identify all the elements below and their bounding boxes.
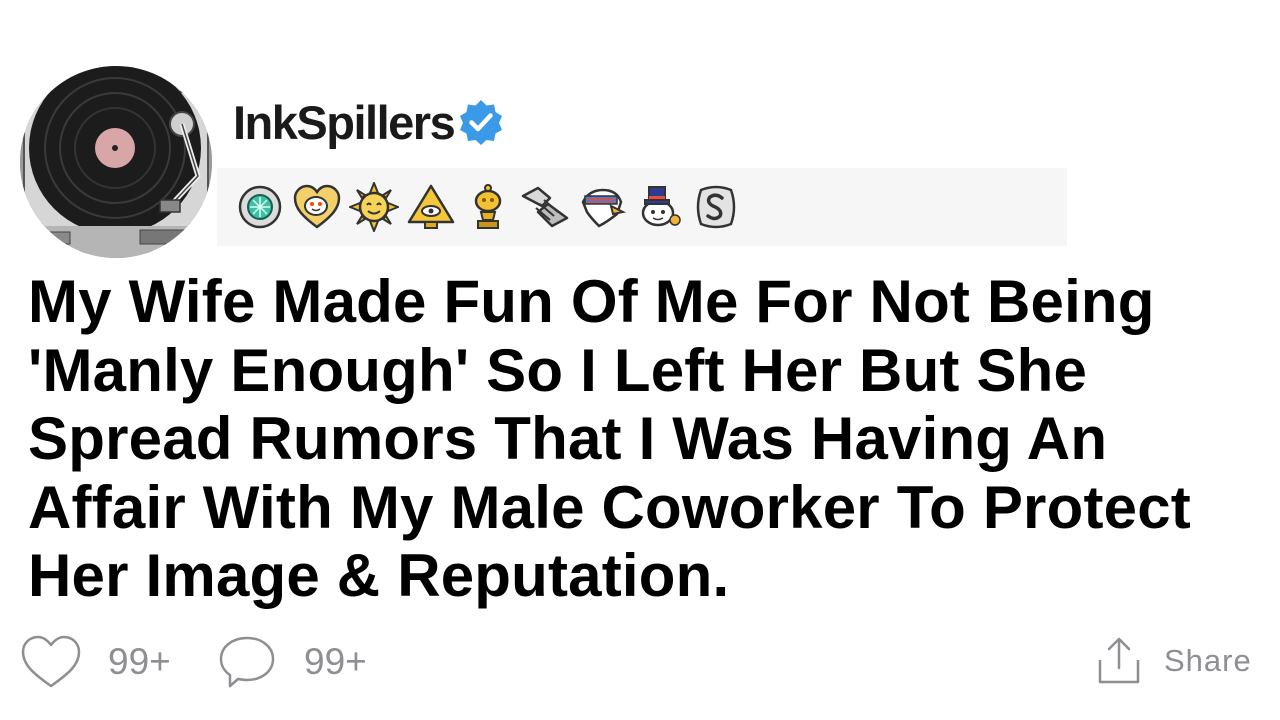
likes-count: 99+ [108, 641, 171, 682]
handshake-award-icon[interactable] [520, 182, 570, 232]
silver-s-award-icon[interactable] [691, 182, 741, 232]
avatar[interactable] [20, 66, 212, 258]
post-title[interactable]: My Wife Made Fun Of Me For Not Being 'Ma… [28, 268, 1278, 611]
snoo-top-hat-award-icon[interactable] [634, 182, 684, 232]
heart-outline-icon [21, 635, 81, 688]
comments-count: 99+ [304, 641, 367, 682]
share-button[interactable]: Share [1096, 636, 1252, 686]
awards-bar [217, 168, 1067, 246]
like-button[interactable]: 99+ [20, 634, 171, 690]
author-row: InkSpillers [233, 92, 505, 152]
wholesome-heart-award-icon[interactable] [292, 182, 342, 232]
comment-button[interactable]: 99+ [218, 634, 367, 690]
sun-face-award-icon[interactable] [349, 182, 399, 232]
turntable-avatar [20, 66, 212, 258]
silver-gem-award-icon[interactable] [235, 182, 285, 232]
speech-bubble-icon [219, 636, 275, 688]
eagle-award-icon[interactable] [577, 182, 627, 232]
pyramid-eye-award-icon[interactable] [406, 182, 456, 232]
share-upload-icon [1098, 637, 1140, 684]
verified-badge-icon [460, 100, 503, 145]
username[interactable]: InkSpillers [233, 95, 456, 150]
gold-trophy-award-icon[interactable] [463, 182, 513, 232]
share-label: Share [1164, 643, 1252, 678]
